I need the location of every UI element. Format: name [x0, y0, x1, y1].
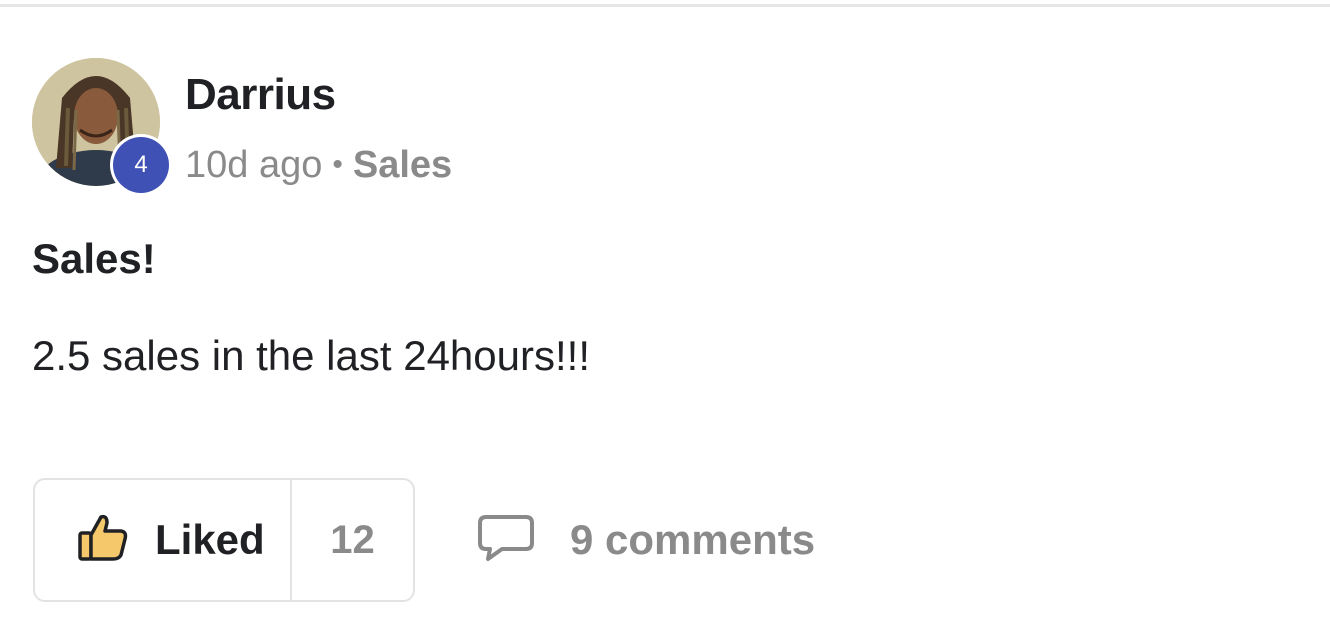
post-title[interactable]: Sales! — [32, 235, 156, 283]
thumbs-up-icon — [77, 513, 129, 568]
like-label: Liked — [155, 516, 265, 563]
post-card: 4 Darrius 10d ago • Sales Sales! 2.5 sales… — [0, 0, 1330, 644]
like-button[interactable]: Liked — [35, 480, 292, 600]
post-body: 2.5 sales in the last 24hours!!! — [32, 332, 590, 379]
post-timestamp[interactable]: 10d ago — [185, 144, 322, 186]
meta-separator: • — [332, 148, 343, 181]
like-count[interactable]: 12 — [292, 480, 413, 600]
post-meta: 10d ago • Sales — [185, 144, 452, 187]
post-category[interactable]: Sales — [353, 144, 452, 186]
level-badge: 4 — [110, 134, 172, 196]
author-avatar-group[interactable]: 4 — [32, 58, 174, 200]
comments-link[interactable]: 9 comments — [476, 510, 815, 570]
speech-bubble-icon — [476, 513, 536, 568]
level-badge-number: 4 — [113, 137, 169, 193]
like-control: Liked 12 — [33, 478, 415, 602]
author-name[interactable]: Darrius — [185, 70, 336, 120]
comments-label: 9 comments — [570, 516, 816, 563]
